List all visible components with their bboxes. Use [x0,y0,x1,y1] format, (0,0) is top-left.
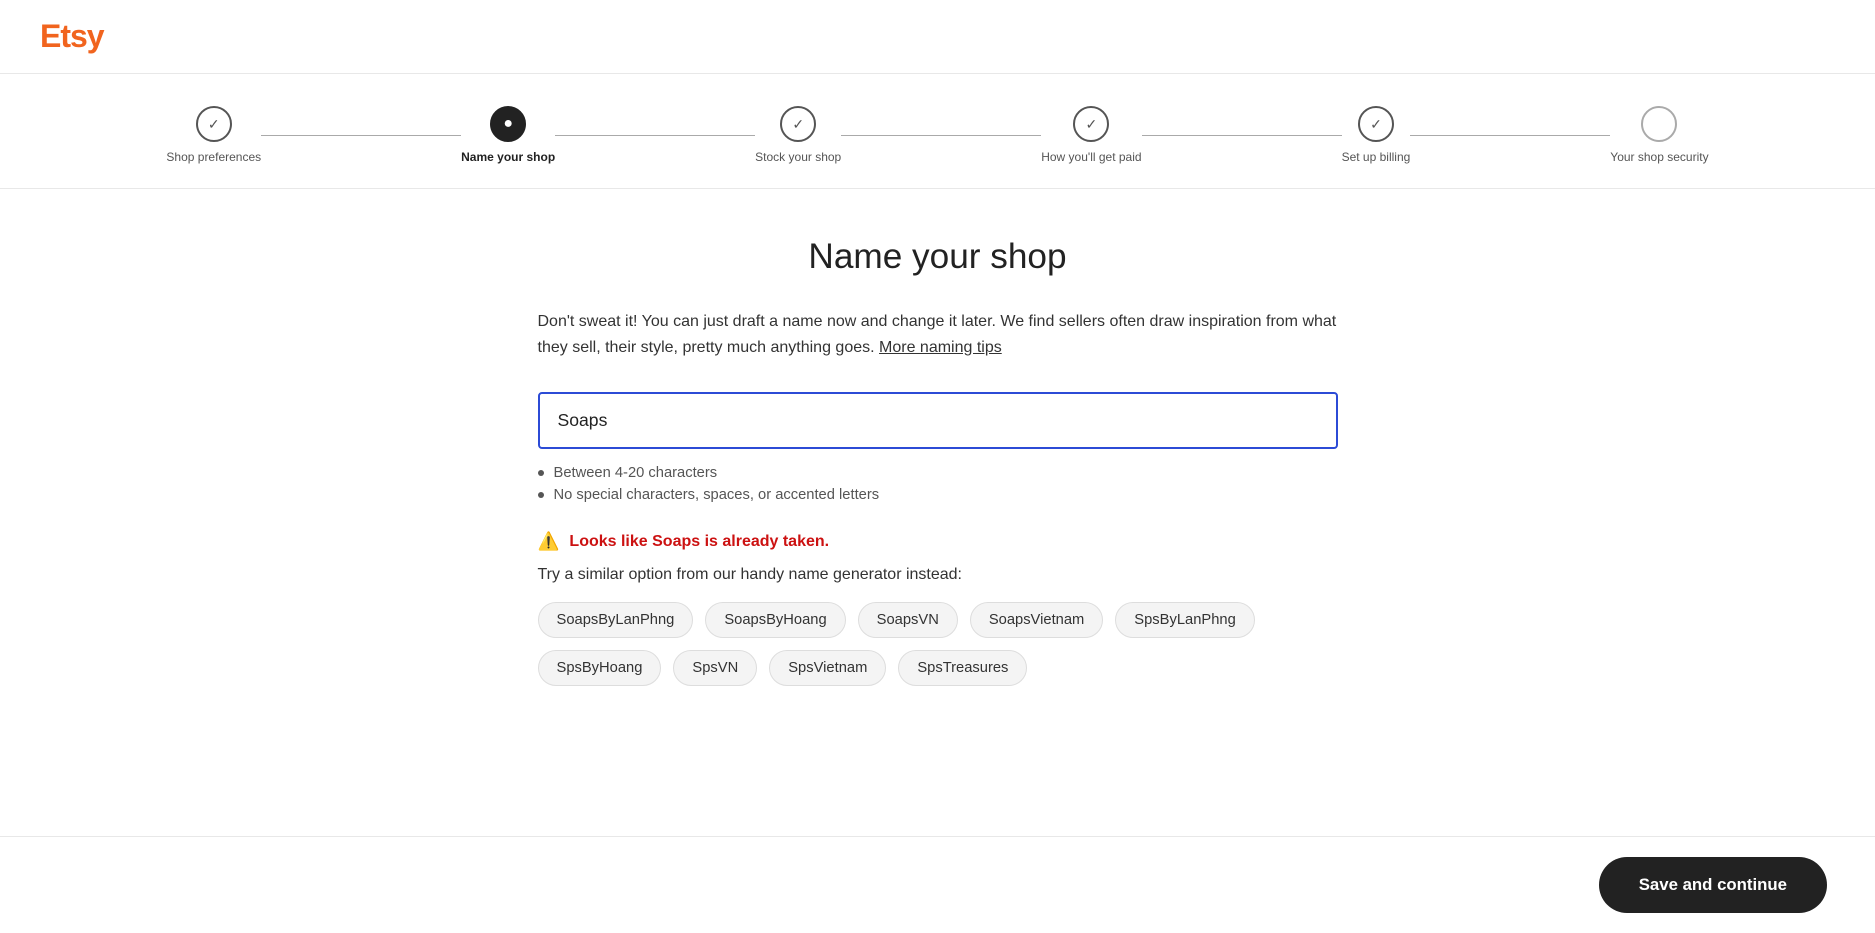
checkmark-icon-2 [792,116,804,133]
req-dot-1 [538,470,544,476]
checkmark-icon-3 [1086,116,1098,133]
step-stock-your-shop: Stock your shop [755,106,841,164]
step-circle-stock-your-shop [780,106,816,142]
suggestion-chip-5[interactable]: SpsByHoang [538,650,662,686]
footer: Save and continue [0,836,1875,933]
warning-icon: ⚠️ [538,531,560,552]
step-circle-set-up-billing [1358,106,1394,142]
error-text: Looks like Soaps is already taken. [569,533,829,551]
main-content: Name your shop Don't sweat it! You can j… [498,189,1378,746]
suggestion-chip-7[interactable]: SpsVietnam [769,650,886,686]
shop-name-input[interactable] [538,392,1338,449]
step-label-stock-your-shop: Stock your shop [755,150,841,164]
step-wrapper-4: How you'll get paid [1041,106,1341,164]
active-step-dot: ● [503,115,513,133]
step-your-shop-security: Your shop security [1610,106,1708,164]
suggestion-row-1: SoapsByLanPhng SoapsByHoang SoapsVN Soap… [538,602,1338,638]
progress-bar: Shop preferences ● Name your shop Stock … [60,106,1815,164]
step-label-how-youll-get-paid: How you'll get paid [1041,150,1141,164]
similar-label: Try a similar option from our handy name… [538,566,1338,584]
step-wrapper-1: Shop preferences [166,106,461,164]
step-circle-how-youll-get-paid [1073,106,1109,142]
checkmark-icon [208,116,220,133]
step-label-your-shop-security: Your shop security [1610,150,1708,164]
page-title: Name your shop [538,237,1338,277]
suggestion-row-2: SpsByHoang SpsVN SpsVietnam SpsTreasures [538,650,1338,686]
suggestion-chip-3[interactable]: SoapsVietnam [970,602,1103,638]
step-wrapper-2: ● Name your shop [461,106,755,164]
step-shop-preferences: Shop preferences [166,106,261,164]
shop-name-input-wrapper [538,392,1338,449]
header: Etsy [0,0,1875,74]
description-text: Don't sweat it! You can just draft a nam… [538,309,1338,360]
save-and-continue-button[interactable]: Save and continue [1599,857,1827,913]
checkmark-icon-4 [1370,116,1382,133]
suggestion-chip-6[interactable]: SpsVN [673,650,757,686]
step-set-up-billing: Set up billing [1342,106,1411,164]
more-naming-tips-link[interactable]: More naming tips [879,339,1002,356]
requirements-list: Between 4-20 characters No special chara… [538,465,1338,503]
step-connector-2 [555,135,755,136]
step-wrapper-6: Your shop security [1610,106,1708,164]
step-label-name-your-shop: Name your shop [461,150,555,164]
step-connector-5 [1410,135,1610,136]
suggestion-chip-0[interactable]: SoapsByLanPhng [538,602,694,638]
step-connector-1 [261,135,461,136]
progress-section: Shop preferences ● Name your shop Stock … [0,74,1875,189]
step-label-set-up-billing: Set up billing [1342,150,1411,164]
suggestion-chip-1[interactable]: SoapsByHoang [705,602,845,638]
step-name-your-shop: ● Name your shop [461,106,555,164]
step-wrapper-3: Stock your shop [755,106,1041,164]
step-wrapper-5: Set up billing [1342,106,1611,164]
step-circle-name-your-shop: ● [490,106,526,142]
step-label-shop-preferences: Shop preferences [166,150,261,164]
step-circle-your-shop-security [1641,106,1677,142]
req-dot-2 [538,492,544,498]
suggestion-chip-2[interactable]: SoapsVN [858,602,958,638]
error-message: ⚠️ Looks like Soaps is already taken. [538,531,1338,552]
step-how-youll-get-paid: How you'll get paid [1041,106,1141,164]
requirement-2: No special characters, spaces, or accent… [538,487,1338,503]
requirement-1: Between 4-20 characters [538,465,1338,481]
suggestion-chip-8[interactable]: SpsTreasures [898,650,1027,686]
requirement-1-text: Between 4-20 characters [554,465,718,481]
step-connector-3 [841,135,1041,136]
requirement-2-text: No special characters, spaces, or accent… [554,487,880,503]
etsy-logo[interactable]: Etsy [40,18,104,54]
suggestion-chip-4[interactable]: SpsByLanPhng [1115,602,1254,638]
step-connector-4 [1142,135,1342,136]
step-circle-shop-preferences [196,106,232,142]
